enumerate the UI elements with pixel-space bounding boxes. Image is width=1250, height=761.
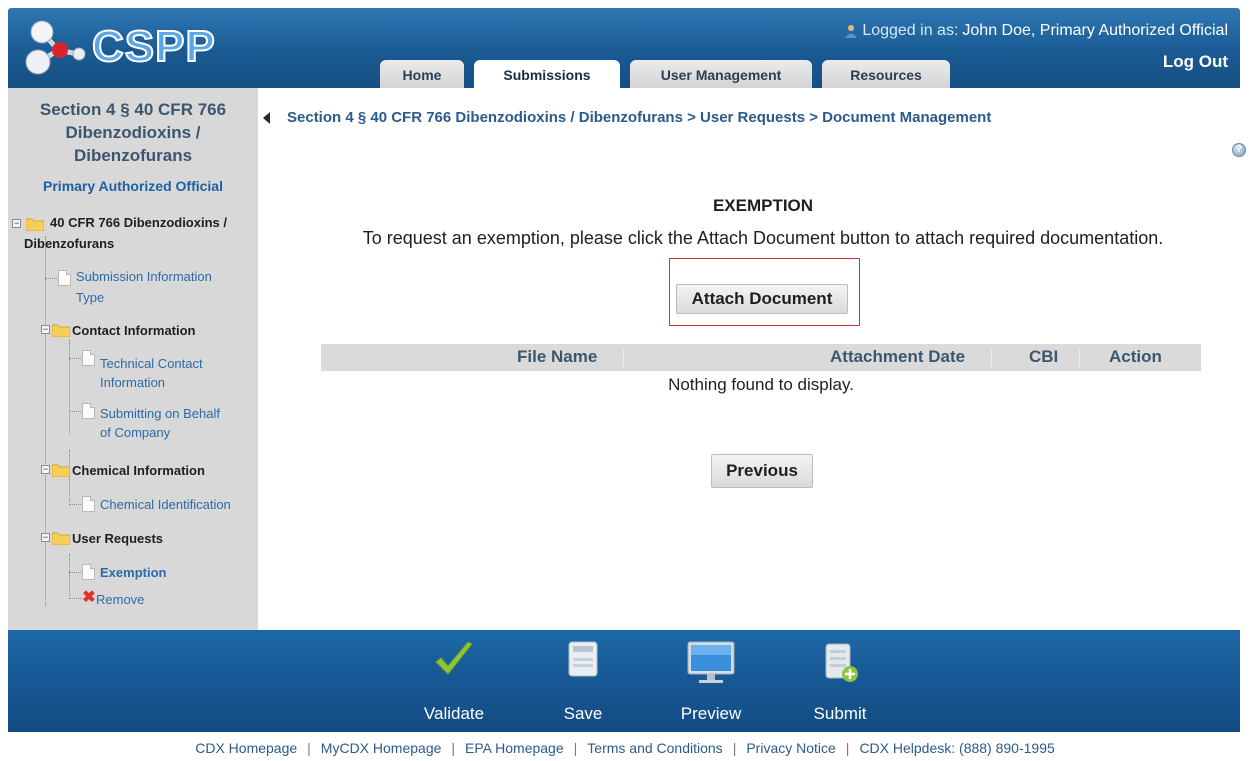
action-bar: Validate Save Preview Submit bbox=[8, 630, 1240, 732]
chemical-info-collapse-toggle[interactable]: − bbox=[41, 465, 50, 474]
tab-submissions[interactable]: Submissions bbox=[474, 60, 620, 88]
tree-root-line-1: 40 CFR 766 Dibenzodioxins / bbox=[50, 215, 227, 230]
previous-button[interactable]: Previous bbox=[711, 454, 813, 488]
table-empty-message: Nothing found to display. bbox=[668, 375, 854, 394]
tab-home-label: Home bbox=[402, 67, 442, 83]
submitting-behalf-doc-icon bbox=[82, 403, 95, 419]
remove-x-icon: ✖ bbox=[82, 589, 96, 606]
login-info: Logged in as: John Doe, Primary Authoriz… bbox=[844, 22, 1228, 40]
tab-user-management[interactable]: User Management bbox=[630, 60, 812, 88]
mycdx-homepage-link[interactable]: MyCDX Homepage bbox=[321, 740, 442, 756]
root-folder-icon bbox=[26, 218, 44, 231]
tree-root-label-cont[interactable]: Dibenzofurans bbox=[24, 233, 114, 254]
chemical-info-folder-icon bbox=[52, 464, 70, 477]
checkmark-icon bbox=[435, 641, 473, 675]
user-icon bbox=[845, 25, 858, 38]
documents-table-header: File Name Attachment Date CBI Action bbox=[321, 344, 1201, 371]
user-name: John Doe, Primary Authorized Official bbox=[962, 22, 1228, 39]
tab-resources[interactable]: Resources bbox=[822, 60, 950, 88]
page-title: EXEMPTION bbox=[712, 196, 814, 215]
col-separator bbox=[1079, 349, 1080, 366]
tree-item-chemical-identification[interactable]: Chemical Identification bbox=[100, 494, 231, 515]
attach-document-button[interactable]: Attach Document bbox=[676, 284, 848, 314]
col-cbi[interactable]: CBI bbox=[1029, 344, 1058, 371]
epa-homepage-link[interactable]: EPA Homepage bbox=[465, 740, 564, 756]
tree-item-submitting-on-behalf[interactable]: Submitting on Behalf of Company bbox=[100, 404, 220, 442]
technical-contact-doc-icon bbox=[82, 350, 95, 366]
submission-info-doc-icon bbox=[58, 270, 71, 286]
user-requests-folder-icon bbox=[52, 532, 70, 545]
tab-submissions-label: Submissions bbox=[503, 67, 591, 83]
tree-item-contact-information[interactable]: Contact Information bbox=[72, 320, 196, 341]
technical-contact-line-2: Information bbox=[100, 375, 166, 390]
link-separator: | bbox=[451, 740, 456, 756]
save-label: Save bbox=[563, 704, 603, 723]
tree-item-technical-contact-information[interactable]: Technical Contact Information bbox=[100, 354, 203, 392]
tree-root-label[interactable]: 40 CFR 766 Dibenzodioxins / bbox=[50, 212, 227, 233]
help-icon[interactable]: ? bbox=[1232, 143, 1246, 157]
submitting-behalf-line-2: of Company bbox=[100, 425, 171, 440]
col-separator bbox=[991, 349, 992, 366]
exemption-doc-icon bbox=[82, 564, 95, 580]
database-submit-icon bbox=[825, 643, 858, 682]
link-separator: | bbox=[307, 740, 311, 756]
breadcrumb[interactable]: Section 4 § 40 CFR 766 Dibenzodioxins / … bbox=[287, 109, 991, 126]
main-tabs: Home Submissions User Management Resourc… bbox=[380, 60, 960, 88]
footer-links: CDX Homepage | MyCDX Homepage | EPA Homepage… bbox=[0, 740, 1250, 756]
contact-info-folder-icon bbox=[52, 324, 70, 337]
logged-in-label: Logged in as: bbox=[862, 22, 959, 39]
tree-root-line-2: Dibenzofurans bbox=[24, 236, 115, 251]
sidebar-collapse-arrow-icon[interactable] bbox=[263, 112, 270, 124]
monitor-icon bbox=[687, 641, 735, 683]
link-separator: | bbox=[732, 740, 737, 756]
preview-label: Preview bbox=[680, 704, 742, 723]
col-attachment-date[interactable]: Attachment Date bbox=[830, 344, 965, 371]
submitting-behalf-line-1: Submitting on Behalf bbox=[100, 406, 220, 421]
col-file-name[interactable]: File Name bbox=[517, 344, 597, 371]
root-collapse-toggle[interactable]: − bbox=[12, 219, 21, 228]
contact-info-collapse-toggle[interactable]: − bbox=[41, 325, 50, 334]
cdx-helpdesk-link[interactable]: CDX Helpdesk: (888) 890-1995 bbox=[859, 740, 1054, 756]
col-separator bbox=[623, 349, 624, 366]
page-description: To request an exemption, please click th… bbox=[362, 228, 1164, 248]
cdx-homepage-link[interactable]: CDX Homepage bbox=[195, 740, 297, 756]
user-requests-collapse-toggle[interactable]: − bbox=[41, 533, 50, 542]
tree-item-submission-information-type[interactable]: Submission Information Type bbox=[76, 266, 212, 308]
sidebar: Section 4 § 40 CFR 766 Dibenzodioxins / … bbox=[8, 88, 258, 630]
tree-item-user-requests[interactable]: User Requests bbox=[72, 528, 163, 549]
app-header: CSPP Logged in as: John Doe, Primary Aut… bbox=[8, 8, 1240, 88]
chemical-identification-doc-icon bbox=[82, 496, 95, 512]
navigation-tree: − 40 CFR 766 Dibenzodioxins / Dibenzofur… bbox=[8, 88, 258, 630]
submit-label: Submit bbox=[813, 704, 867, 723]
save-icon bbox=[568, 641, 598, 677]
technical-contact-line-1: Technical Contact bbox=[100, 356, 203, 371]
logo-text: CSPP bbox=[91, 21, 216, 72]
tree-item-chemical-information[interactable]: Chemical Information bbox=[72, 460, 205, 481]
tab-home[interactable]: Home bbox=[380, 60, 464, 88]
link-separator: | bbox=[573, 740, 578, 756]
submission-info-line-1: Submission Information bbox=[76, 269, 212, 284]
submission-info-line-2: Type bbox=[76, 290, 105, 305]
privacy-notice-link[interactable]: Privacy Notice bbox=[746, 740, 835, 756]
molecule-logo-icon bbox=[25, 20, 86, 75]
link-separator: | bbox=[845, 740, 850, 756]
tree-item-exemption[interactable]: Exemption bbox=[100, 562, 166, 583]
validate-label: Validate bbox=[423, 704, 485, 723]
col-action[interactable]: Action bbox=[1109, 344, 1162, 371]
cspp-logo[interactable]: CSPP bbox=[22, 16, 232, 78]
terms-and-conditions-link[interactable]: Terms and Conditions bbox=[587, 740, 722, 756]
tree-item-remove[interactable]: Remove bbox=[96, 589, 144, 610]
logout-link[interactable]: Log Out bbox=[1163, 52, 1228, 72]
tab-user-management-label: User Management bbox=[660, 67, 782, 83]
tab-resources-label: Resources bbox=[850, 67, 922, 83]
